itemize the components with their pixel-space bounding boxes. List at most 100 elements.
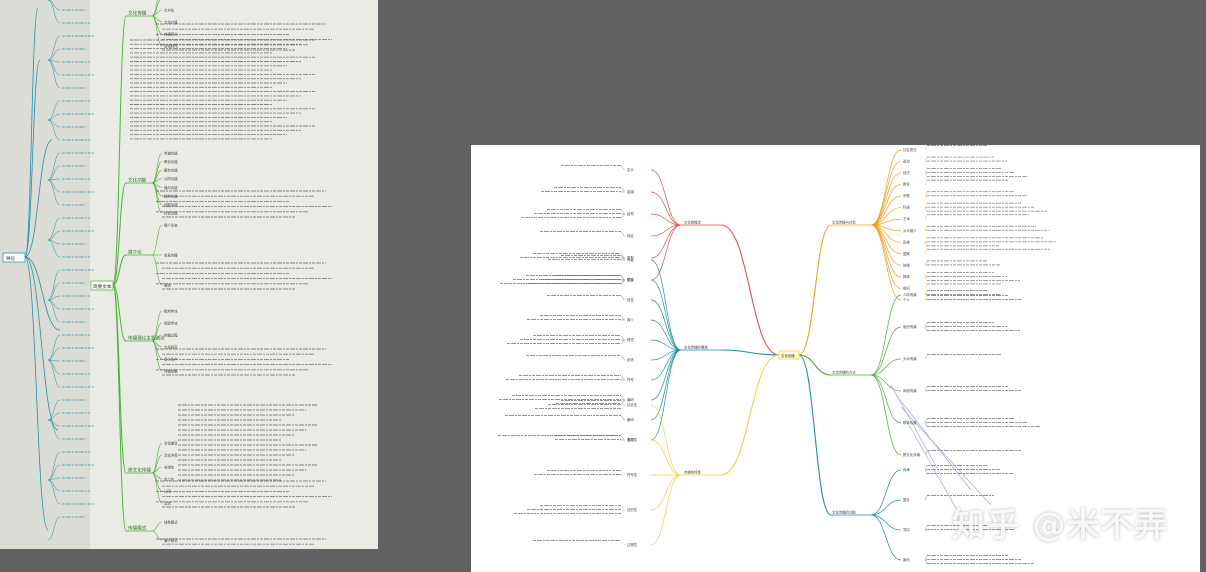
- right-sub-label[interactable]: 教育: [903, 182, 910, 187]
- right-sub-label[interactable]: 过程性: [627, 542, 638, 547]
- left-sub-label[interactable]: 信息传播: [164, 253, 178, 258]
- right-sub-label[interactable]: 反馈: [627, 357, 634, 362]
- left-sub-label[interactable]: 媒介形态: [164, 223, 178, 228]
- right-sub-label[interactable]: 社会性: [627, 402, 638, 407]
- left-sub-label[interactable]: 传播过程: [164, 333, 178, 338]
- right-sub-label[interactable]: 宗教: [903, 193, 910, 198]
- right-sub-label[interactable]: 个人: [903, 297, 910, 302]
- left-sub-label[interactable]: 认同功能: [164, 176, 178, 181]
- right-sub-link: [650, 169, 682, 226]
- left-sub-label[interactable]: 意义生产: [164, 357, 178, 362]
- right-sub-label[interactable]: 科技: [903, 205, 910, 210]
- right-sub-label[interactable]: 政治: [903, 159, 910, 164]
- right-sub-label[interactable]: 受者: [627, 277, 634, 282]
- right-center-label[interactable]: 文化传播: [781, 353, 795, 358]
- right-sub-label[interactable]: 娱乐: [903, 557, 910, 562]
- left-sub-label[interactable]: 文化冲突: [164, 453, 178, 458]
- right-sub-label[interactable]: 组织传播: [903, 324, 917, 329]
- right-sub-label[interactable]: 人际传播: [903, 292, 917, 297]
- left-sub-label[interactable]: 文化差异: [164, 441, 178, 446]
- left-sub-label[interactable]: 传播意义: [164, 32, 178, 37]
- left-sub-label[interactable]: 传播效果: [164, 369, 178, 374]
- left-branch-label[interactable]: 文化传播: [128, 10, 147, 17]
- right-sub-link: [650, 279, 682, 351]
- right-leaf-link: [924, 157, 928, 162]
- left-sub-label[interactable]: 本土化: [164, 477, 175, 482]
- right-sub-label[interactable]: 国家: [903, 251, 910, 256]
- right-sub-label[interactable]: 解码: [627, 417, 634, 422]
- right-sub-label[interactable]: 传者: [627, 257, 634, 262]
- left-sub-link: [151, 442, 163, 474]
- right-sub-label[interactable]: 目的性: [627, 507, 638, 512]
- right-leaf-link: [924, 272, 928, 278]
- left-sub-label[interactable]: 文化研究: [164, 345, 178, 350]
- left-sub-label[interactable]: 社会功能: [164, 211, 178, 216]
- left-sub-label[interactable]: 大众化: [164, 8, 175, 13]
- right-sub-link: [870, 514, 902, 531]
- right-sub-label[interactable]: 民族: [903, 239, 910, 244]
- left-branch-label[interactable]: 文化功能: [128, 177, 147, 184]
- right-branch-label[interactable]: 文化的概念: [684, 220, 702, 225]
- left-branch-label[interactable]: 传播理论主要流派: [128, 335, 165, 342]
- right-sub-label[interactable]: 符号性: [627, 472, 638, 477]
- left-sub-label[interactable]: 整合功能: [164, 168, 178, 173]
- right-branch-label[interactable]: 文化传播的方式: [832, 370, 856, 375]
- right-sub-label[interactable]: 特征: [627, 233, 634, 238]
- left-mindmap-canvas[interactable]: 导论简要文本文化传播基本概念历史进程大众化文化价值传播意义文化时代文化功能传递功…: [0, 0, 378, 549]
- left-sub-label[interactable]: 文化价值: [164, 20, 178, 25]
- left-sub-label[interactable]: 传递功能: [164, 151, 178, 156]
- right-sub-label[interactable]: 导向: [903, 527, 910, 532]
- right-sub-label[interactable]: 大众传播: [903, 356, 917, 361]
- right-sub-label[interactable]: 定义: [627, 167, 634, 172]
- right-leaf-link: [924, 145, 928, 151]
- right-branch-label[interactable]: 文化传播的要素: [684, 345, 708, 350]
- left-sub-link: [47, 59, 61, 76]
- left-branch-label[interactable]: 传播模式: [128, 525, 147, 532]
- left-sub-label[interactable]: 娱乐功能: [164, 185, 178, 190]
- right-leaf-link: [620, 415, 626, 421]
- right-sub-label[interactable]: 互动性: [627, 437, 638, 442]
- right-sub-label[interactable]: 传承: [903, 467, 910, 472]
- left-sub-label[interactable]: 交流: [164, 501, 171, 506]
- left-sub-label[interactable]: 线性模式: [164, 520, 178, 525]
- left-sub-link: [151, 521, 163, 532]
- left-center-label[interactable]: 简要文本: [93, 283, 112, 290]
- right-sub-label[interactable]: 经济: [903, 170, 910, 175]
- right-sub-label[interactable]: 艺术: [903, 216, 910, 221]
- left-sub-label[interactable]: 教化功能: [164, 159, 178, 164]
- right-sub-label[interactable]: 大众媒介: [903, 228, 917, 233]
- left-sub-label[interactable]: 创新功能: [164, 202, 178, 207]
- right-branch-label[interactable]: 文化传播的功能: [832, 510, 856, 515]
- left-sub-label[interactable]: 批判功能: [164, 193, 178, 198]
- right-sub-label[interactable]: 组织: [903, 285, 910, 290]
- left-branch-label[interactable]: 跨文化传播: [128, 467, 151, 474]
- right-sub-label[interactable]: 结构: [627, 211, 634, 216]
- right-sub-label[interactable]: 社会变迁: [903, 147, 917, 152]
- left-branch-label[interactable]: 媒介论: [128, 249, 142, 256]
- right-sub-label[interactable]: 网络传播: [903, 388, 917, 393]
- right-branch-label[interactable]: 文化传播与社会: [832, 220, 856, 225]
- left-root-label[interactable]: 导论: [6, 255, 16, 262]
- left-sub-label[interactable]: 认同: [164, 489, 171, 494]
- left-root-link: [24, 256, 61, 331]
- right-sub-label[interactable]: 符号: [627, 377, 634, 382]
- right-sub-label[interactable]: 情境: [627, 337, 634, 342]
- left-sub-label[interactable]: 全球化: [164, 465, 175, 470]
- right-sub-label[interactable]: 地域: [903, 262, 910, 267]
- left-sub-label[interactable]: 历史进程: [164, 0, 178, 1]
- right-sub-label[interactable]: 起源: [627, 189, 634, 194]
- right-branch-label[interactable]: 传播的特性: [684, 470, 702, 475]
- left-sub-label[interactable]: 经验学派: [164, 321, 178, 326]
- left-sub-label[interactable]: 循环模式: [164, 538, 178, 543]
- right-sub-label[interactable]: 群体传播: [903, 420, 917, 425]
- left-sub-label[interactable]: 载体: [164, 283, 171, 288]
- right-sub-label[interactable]: 整合: [903, 497, 910, 502]
- right-sub-label[interactable]: 媒介: [627, 317, 634, 322]
- right-sub-label[interactable]: 信息: [627, 297, 634, 302]
- right-sub-label[interactable]: 跨文化传播: [903, 452, 921, 457]
- right-sub-label[interactable]: 编码: [627, 397, 634, 402]
- left-sub-label[interactable]: 批判学派: [164, 309, 178, 314]
- right-sub-label[interactable]: 群体: [903, 274, 910, 279]
- left-sub-label[interactable]: 文化时代: [164, 44, 178, 49]
- right-sub-link: [870, 469, 902, 516]
